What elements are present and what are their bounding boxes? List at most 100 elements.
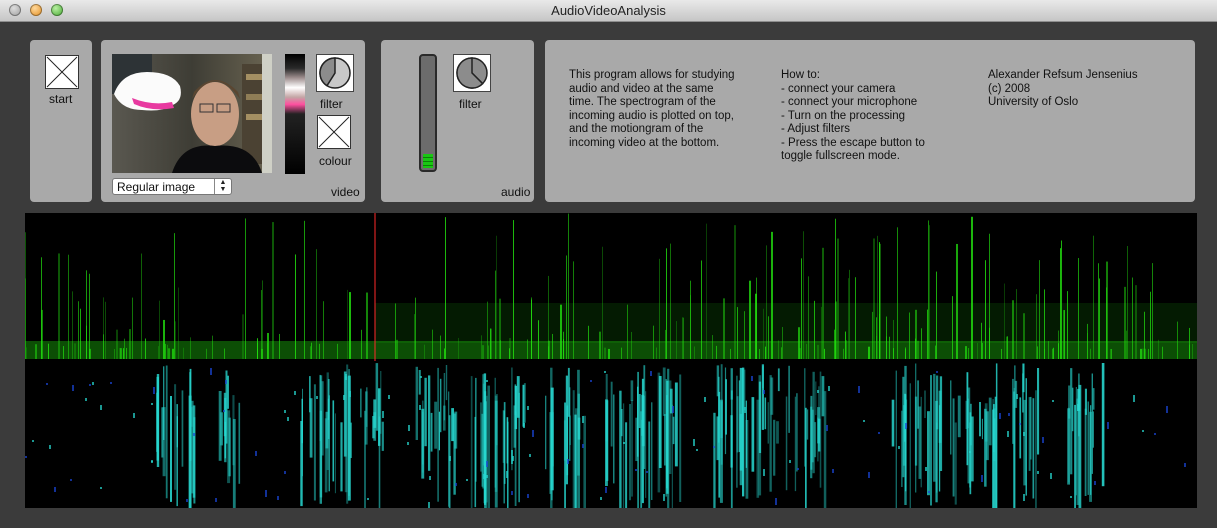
slider-level bbox=[423, 154, 433, 168]
spectrogram-line bbox=[909, 312, 910, 359]
dial-icon bbox=[456, 57, 488, 89]
spectrogram-line bbox=[824, 348, 825, 359]
spectrogram-line bbox=[905, 347, 906, 359]
spectrogram-line bbox=[599, 331, 601, 359]
colour-toggle[interactable] bbox=[317, 115, 351, 149]
motiongram-streak bbox=[674, 382, 678, 467]
motiongram-streak bbox=[773, 419, 776, 476]
motiongram-dot bbox=[255, 451, 257, 456]
motiongram-streak bbox=[895, 370, 897, 519]
motiongram-dot bbox=[486, 380, 488, 382]
video-filter-dial[interactable] bbox=[316, 54, 354, 92]
start-label: start bbox=[49, 92, 73, 106]
motiongram-dot bbox=[133, 413, 135, 418]
spectrogram-line bbox=[424, 344, 425, 359]
audio-gain-slider[interactable] bbox=[419, 54, 437, 172]
spectrogram-line bbox=[701, 260, 702, 359]
motiongram-streak bbox=[815, 381, 817, 416]
spectrogram-line bbox=[527, 339, 528, 359]
motiongram-dot bbox=[151, 403, 153, 405]
start-toggle[interactable] bbox=[45, 55, 79, 89]
spectrogram-line bbox=[917, 340, 919, 359]
spectrogram-line bbox=[89, 273, 90, 359]
motiongram-dot bbox=[225, 380, 227, 384]
spectrogram-line bbox=[103, 334, 104, 359]
motiongram-streak bbox=[666, 405, 668, 473]
motiongram-streak bbox=[1101, 363, 1105, 487]
motiongram-streak bbox=[227, 410, 231, 484]
motiongram-dot bbox=[582, 444, 584, 448]
motiongram-dot bbox=[277, 496, 279, 500]
motiongram-dot bbox=[92, 382, 94, 385]
spectrogram-line bbox=[915, 309, 917, 359]
motiongram-dot bbox=[981, 475, 983, 482]
spectrogram-line bbox=[1192, 343, 1193, 359]
motiongram-streak bbox=[630, 380, 634, 401]
motiongram-dot bbox=[696, 449, 698, 451]
spectrogram-line bbox=[1148, 348, 1149, 359]
spectrogram-noise bbox=[375, 303, 1197, 343]
motiongram-streak bbox=[494, 400, 498, 508]
motiongram-dot bbox=[1050, 473, 1052, 479]
spectrogram-line bbox=[349, 292, 351, 359]
spectrogram-line bbox=[801, 258, 802, 359]
motiongram-dot bbox=[54, 487, 56, 492]
motiongram-dot bbox=[46, 383, 48, 385]
spectrogram-line bbox=[834, 329, 835, 359]
spectrogram-line bbox=[876, 317, 877, 359]
motiongram-streak bbox=[810, 395, 813, 470]
motiongram-dot bbox=[100, 487, 102, 489]
image-mode-select[interactable]: Regular image ▲ ▼ bbox=[112, 178, 232, 195]
spectrogram-line bbox=[768, 316, 769, 359]
motiongram-dot bbox=[511, 450, 513, 457]
motiongram-dot bbox=[382, 411, 384, 418]
spectrogram-line bbox=[116, 329, 118, 359]
motiongram-streak bbox=[993, 408, 996, 461]
motiongram-streak bbox=[332, 400, 335, 482]
image-mode-value: Regular image bbox=[117, 180, 196, 194]
motiongram-streak bbox=[324, 418, 328, 493]
motiongram-streak bbox=[764, 397, 767, 430]
spectrogram-line bbox=[481, 335, 482, 359]
spectrogram-line bbox=[190, 337, 191, 359]
motiongram-streak bbox=[565, 375, 568, 485]
motiongram-dot bbox=[672, 406, 674, 413]
motiongram-dot bbox=[713, 446, 715, 448]
spectrogram-line bbox=[1023, 313, 1025, 359]
spectrogram-line bbox=[126, 347, 127, 359]
camera-preview bbox=[112, 54, 272, 173]
motiongram-streak bbox=[503, 410, 505, 504]
spectrogram-line bbox=[361, 329, 362, 359]
motiongram-streak bbox=[891, 399, 895, 447]
motiongram-streak bbox=[181, 390, 184, 467]
audio-filter-dial[interactable] bbox=[453, 54, 491, 92]
spectrogram-line bbox=[737, 307, 738, 359]
motiongram-streak bbox=[572, 390, 575, 516]
spectrogram-line bbox=[666, 248, 667, 359]
spectrogram-line bbox=[734, 225, 736, 359]
spectrogram-line bbox=[58, 253, 60, 359]
colour-gradient bbox=[285, 54, 305, 174]
motiongram-streak bbox=[671, 404, 673, 509]
motiongram-streak bbox=[901, 410, 903, 487]
motiongram-dot bbox=[388, 395, 390, 399]
motiongram-streak bbox=[421, 408, 425, 479]
spectrogram-line bbox=[723, 298, 725, 359]
motiongram-streak bbox=[933, 373, 936, 482]
motiongram-dot bbox=[1184, 463, 1186, 467]
spectrogram-line bbox=[877, 235, 878, 359]
spectrogram-line bbox=[921, 328, 922, 359]
spectrogram-line bbox=[568, 213, 569, 359]
spectrogram-line bbox=[952, 296, 953, 359]
motiongram-dot bbox=[532, 430, 534, 437]
spectrogram-line bbox=[1004, 283, 1005, 359]
spectrogram-line bbox=[712, 335, 713, 359]
motiongram-streak bbox=[1074, 404, 1076, 509]
motiongram-dot bbox=[751, 376, 753, 381]
motiongram-streak bbox=[605, 374, 608, 442]
motiongram-dot bbox=[420, 376, 422, 378]
spectrogram-line bbox=[414, 314, 415, 359]
spectrogram-line bbox=[982, 342, 983, 359]
motiongram-streak bbox=[487, 385, 490, 514]
spectrogram-line bbox=[272, 222, 274, 359]
